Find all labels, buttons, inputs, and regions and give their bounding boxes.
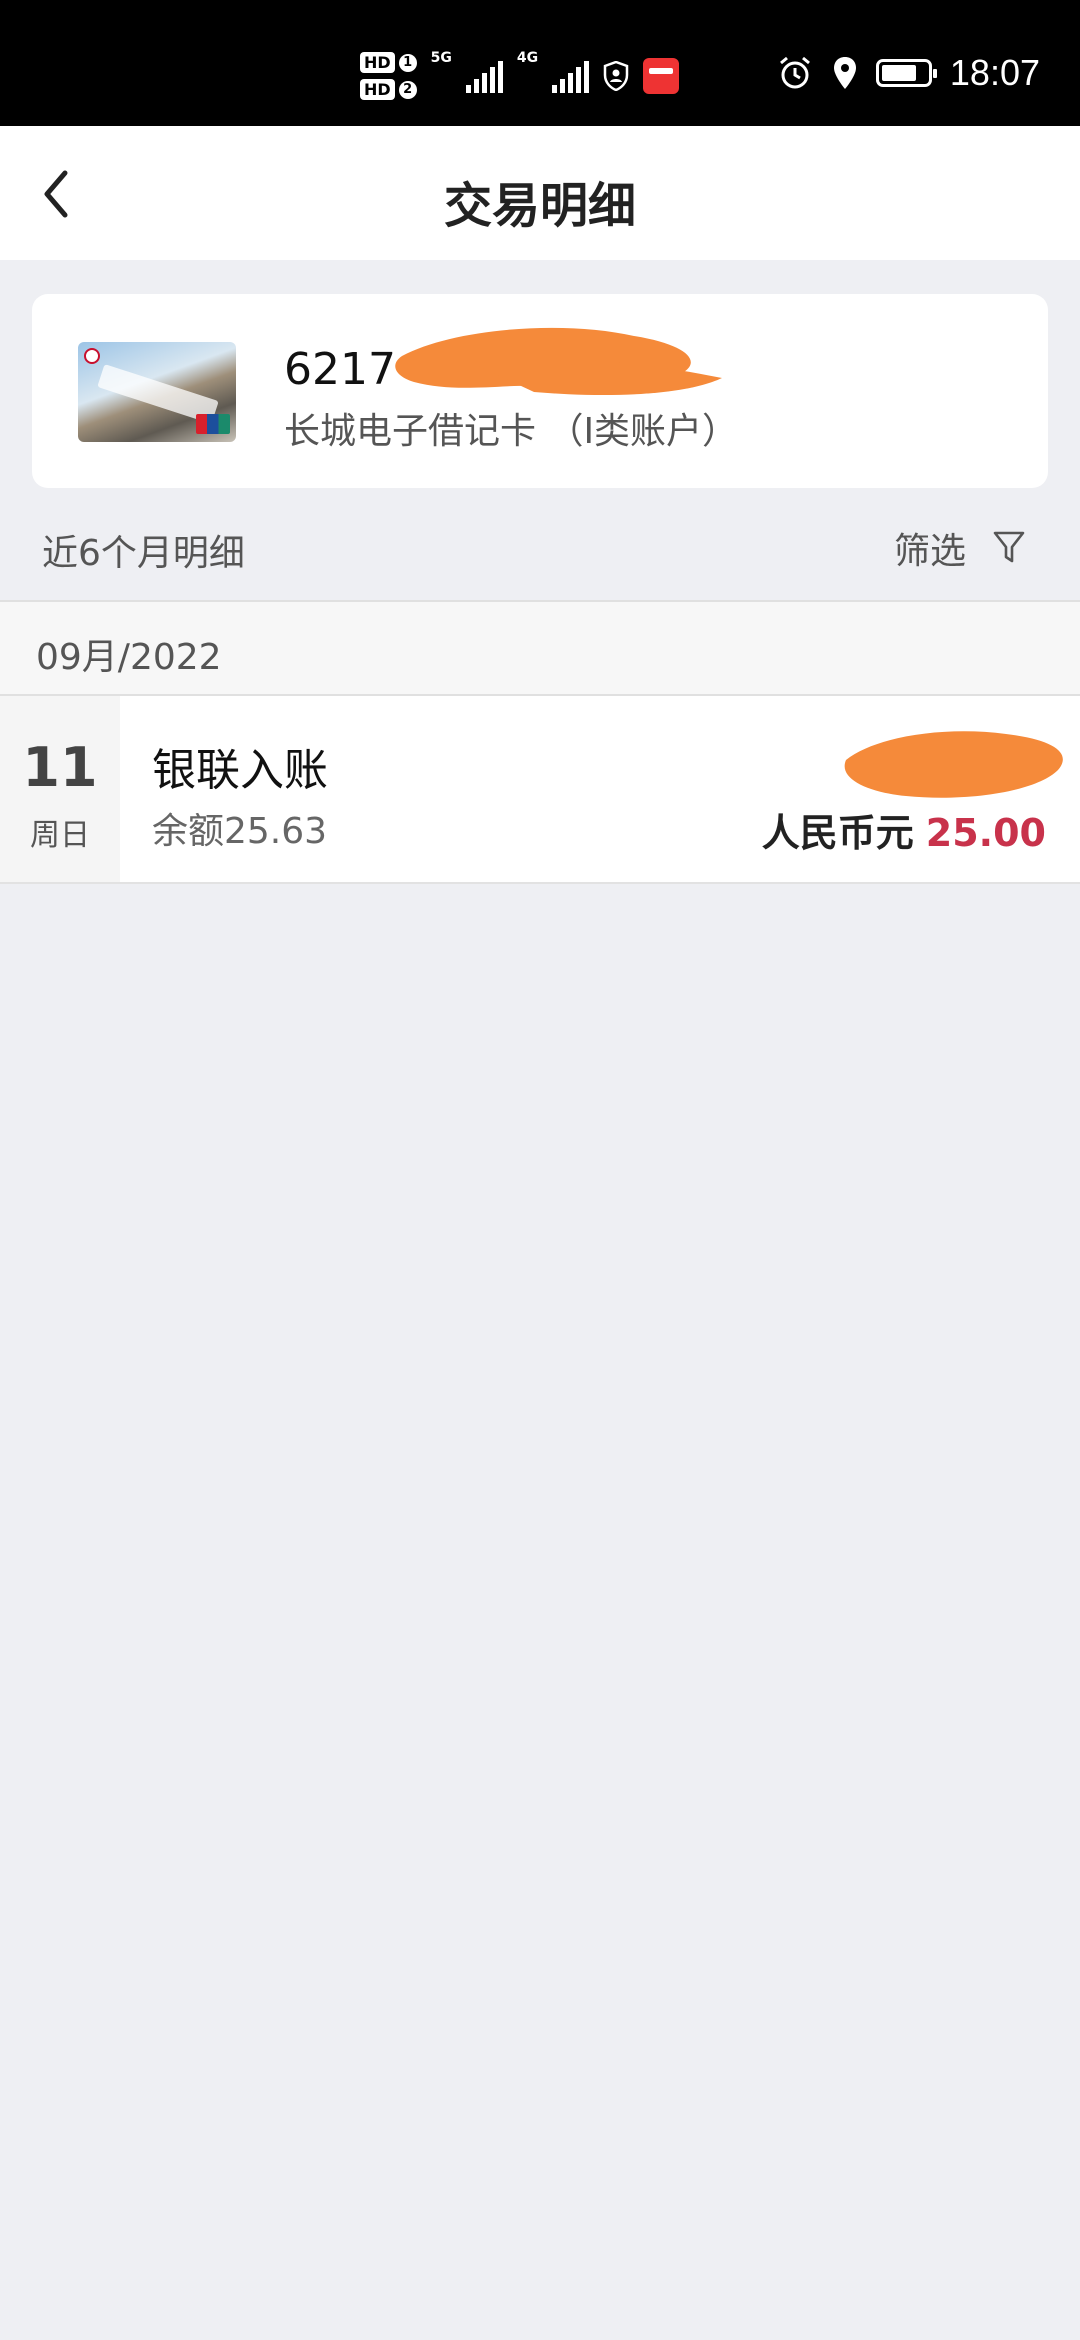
redaction-mark xyxy=(395,327,722,396)
transaction-balance: 余额25.63 xyxy=(152,811,328,852)
month-section-header: 09月/2022 xyxy=(0,600,1080,696)
sim1-number: 1 xyxy=(398,53,417,72)
sim2-number: 2 xyxy=(398,80,417,99)
network2-label: 4G xyxy=(516,50,539,66)
sim1-indicator: HD 1 xyxy=(360,52,417,73)
unionpay-logo-icon xyxy=(196,414,230,434)
card-type-label: 长城电子借记卡 （I类账户） xyxy=(284,411,739,452)
month-label: 09月/2022 xyxy=(36,637,222,678)
funnel-icon xyxy=(993,531,1025,563)
app-header: 交易明细 xyxy=(0,126,1080,260)
transaction-day: 11 xyxy=(22,736,98,799)
transaction-currency: 人民币元 xyxy=(761,811,914,855)
status-time: 18:07 xyxy=(949,52,1040,93)
transaction-title: 银联入账 xyxy=(152,745,328,796)
filter-bar: 近6个月明细 筛选 xyxy=(0,500,1080,600)
filter-button[interactable]: 筛选 xyxy=(894,522,1026,574)
card-image xyxy=(78,342,236,442)
transaction-amount-value: 25.00 xyxy=(925,811,1046,855)
card-number: 6217 xyxy=(284,344,396,395)
bank-logo-icon xyxy=(84,348,100,364)
redaction-mark xyxy=(844,731,1063,798)
sim-indicators: HD 1 HD 2 xyxy=(360,52,417,100)
payment-app-icon xyxy=(643,58,680,94)
page-title: 交易明细 xyxy=(443,178,636,234)
transaction-row[interactable]: 11 周日 银联入账 余额25.63 人民币元 25.00 xyxy=(0,696,1080,884)
status-bar-right: 18:07 xyxy=(776,52,1040,94)
date-range-label: 近6个月明细 xyxy=(42,533,245,574)
battery-icon xyxy=(875,59,937,87)
location-icon xyxy=(833,57,856,89)
sim2-indicator: HD 2 xyxy=(360,79,417,100)
sim2-hd-label: HD xyxy=(360,79,395,100)
status-bar-left: HD 1 HD 2 5G 4G xyxy=(360,46,680,106)
signal1-icon xyxy=(465,59,503,93)
filter-label: 筛选 xyxy=(893,531,966,572)
sim1-hd-label: HD xyxy=(360,52,395,73)
transaction-amount: 人民币元 25.00 xyxy=(762,802,1046,857)
network1-label: 5G xyxy=(430,50,452,66)
status-bar: HD 1 HD 2 5G 4G 18:07 xyxy=(0,0,1080,126)
alarm-icon xyxy=(779,56,810,89)
account-card[interactable]: 6217 长城电子借记卡 （I类账户） xyxy=(32,294,1048,488)
signal2-icon xyxy=(552,59,590,93)
shield-icon xyxy=(603,61,629,91)
transaction-weekday: 周日 xyxy=(30,818,90,853)
transaction-date: 11 周日 xyxy=(0,696,120,882)
